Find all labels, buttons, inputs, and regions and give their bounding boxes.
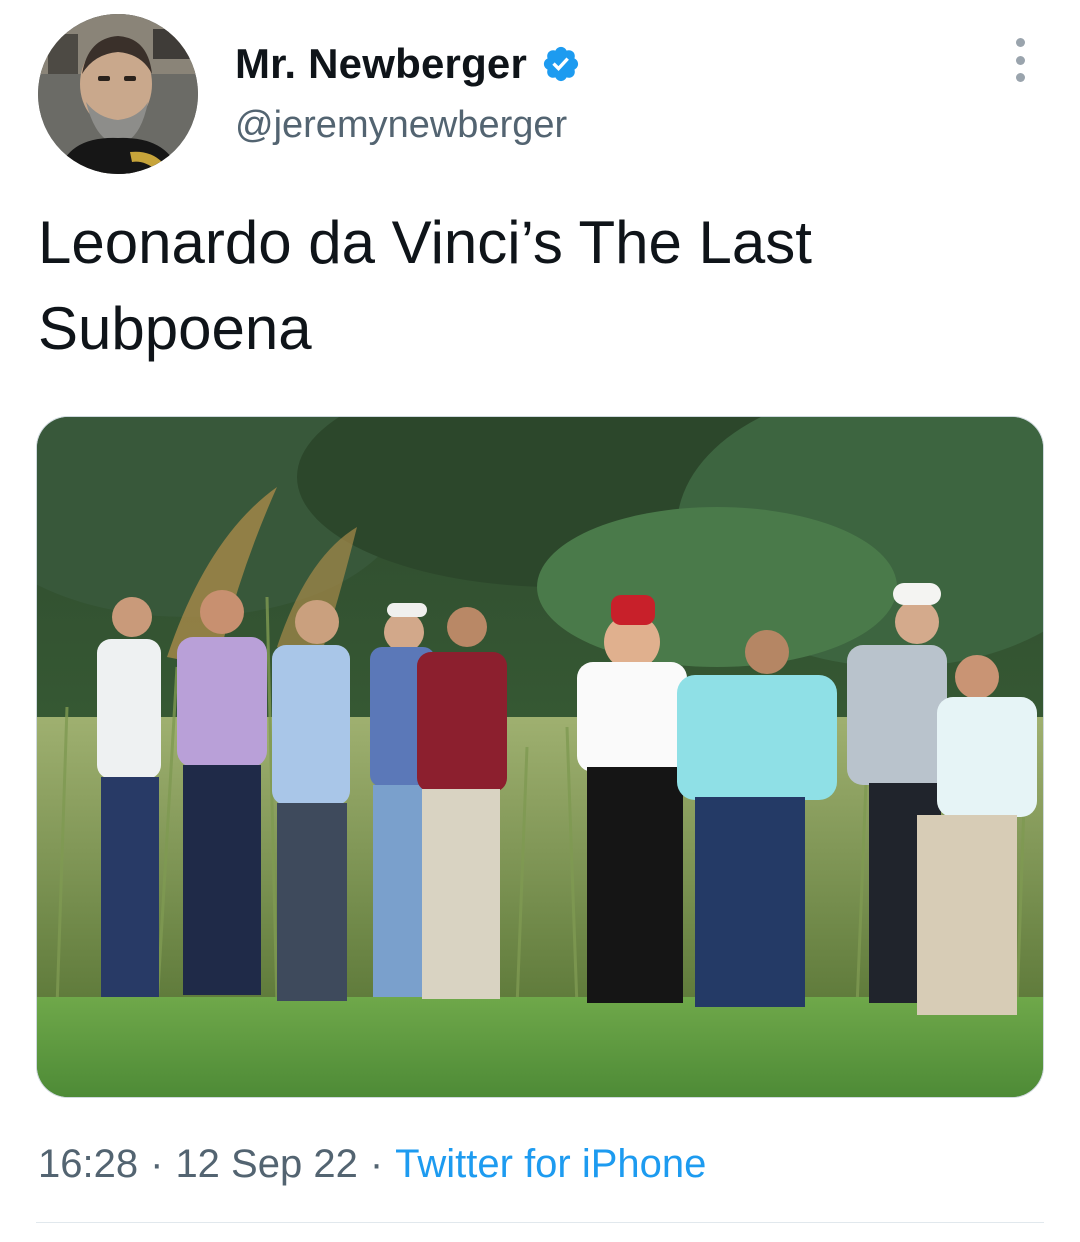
- photo-golf-course-group-icon: [37, 417, 1043, 1097]
- author-name-row[interactable]: Mr. Newberger: [235, 36, 581, 92]
- tweet-date[interactable]: 12 Sep 22: [175, 1142, 357, 1187]
- profile-photo-icon: [38, 14, 198, 174]
- more-dot: [1015, 38, 1025, 47]
- tweet-meta: 16:28 · 12 Sep 22 · Twitter for iPhone: [38, 1136, 706, 1192]
- tweet-source-link[interactable]: Twitter for iPhone: [395, 1142, 706, 1187]
- more-dot: [1015, 73, 1025, 82]
- tweet-media-photo[interactable]: [36, 416, 1044, 1098]
- divider: [36, 1222, 1044, 1223]
- author-handle[interactable]: @jeremynewberger: [235, 104, 567, 147]
- meta-separator: ·: [150, 1141, 164, 1186]
- more-dot: [1015, 55, 1025, 65]
- tweet-time[interactable]: 16:28: [38, 1142, 138, 1187]
- more-options-icon[interactable]: [1000, 38, 1040, 82]
- author-display-name[interactable]: Mr. Newberger: [235, 40, 527, 88]
- meta-separator: ·: [369, 1141, 384, 1186]
- author-avatar[interactable]: [38, 14, 198, 174]
- tweet-text: Leonardo da Vinci’s The Last Subpoena: [38, 209, 812, 362]
- verified-badge-icon: [541, 44, 581, 84]
